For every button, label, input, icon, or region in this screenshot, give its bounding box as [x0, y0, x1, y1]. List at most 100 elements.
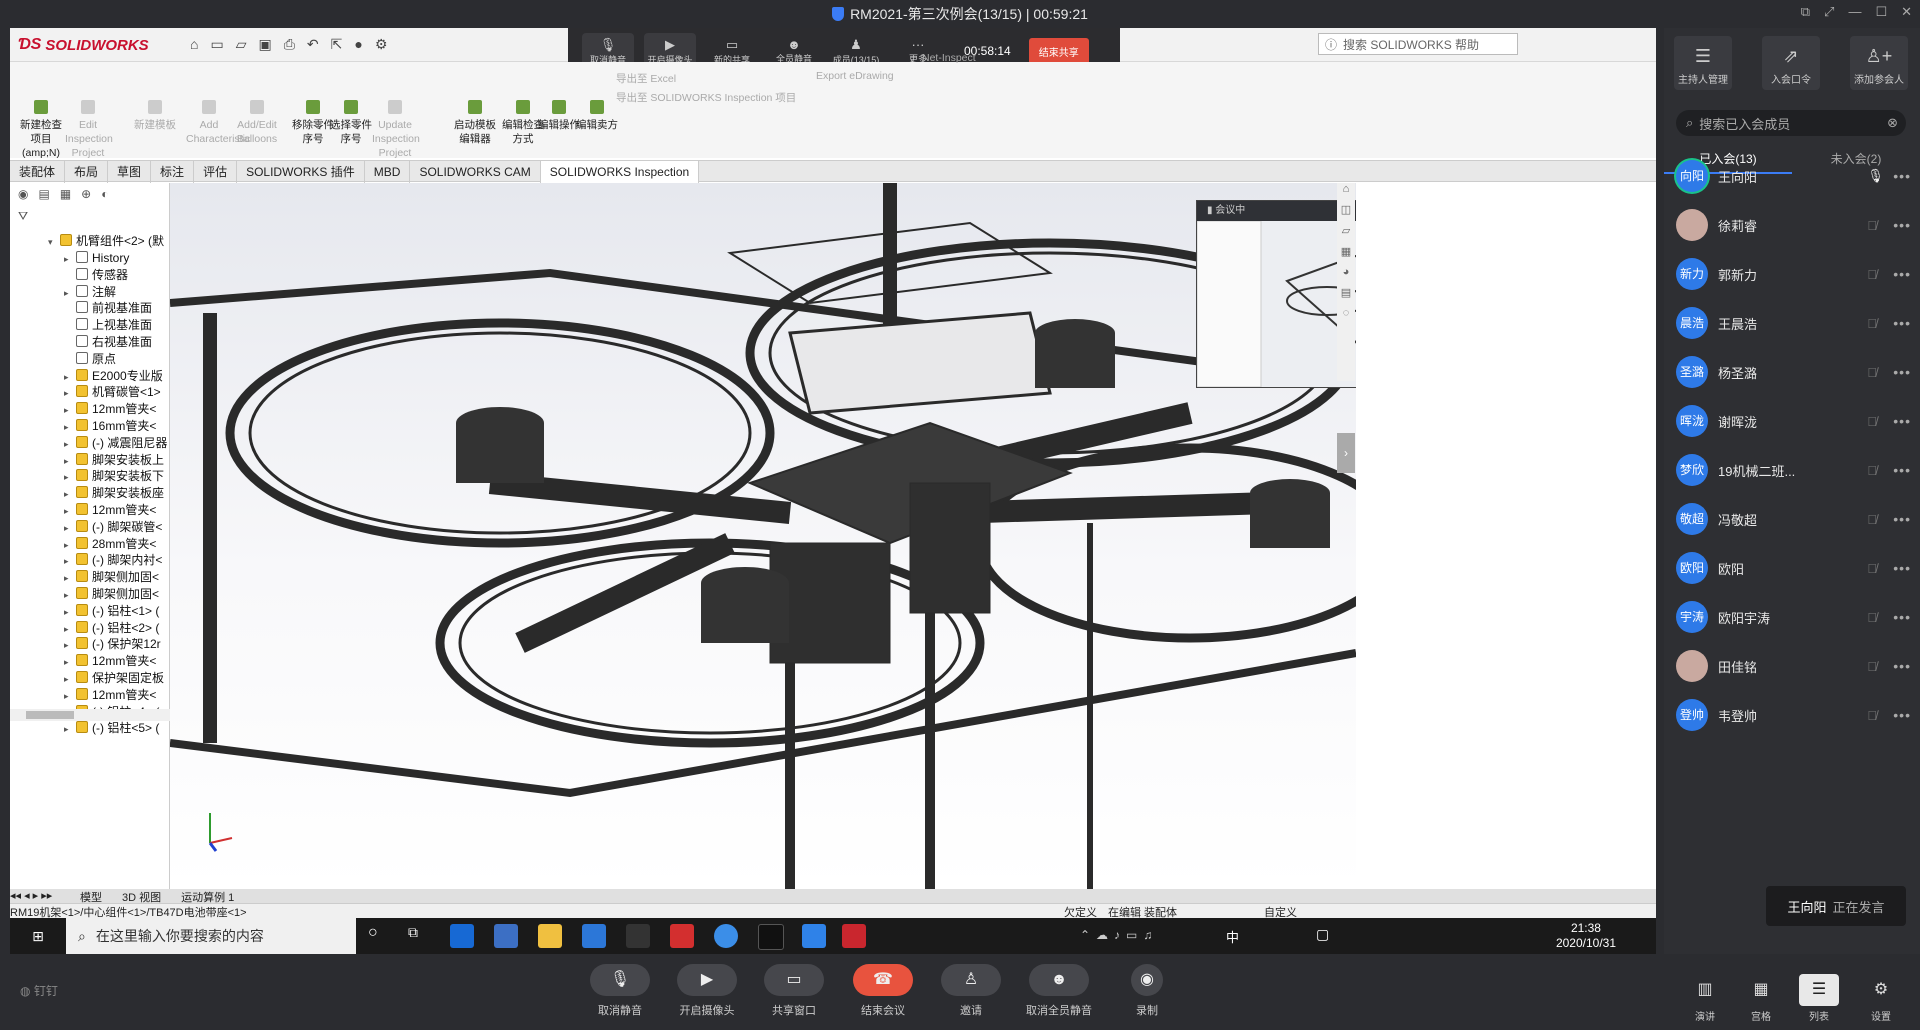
member-row[interactable]: 敬超 冯敬超 🎙̸ ••• [1676, 499, 1911, 539]
more-options-icon[interactable]: ••• [1893, 168, 1911, 184]
system-tray-icons[interactable]: ⌃☁♪▭♫ [1080, 928, 1158, 942]
taskbar-search[interactable]: ⌕ 在这里输入你要搜索的内容 [66, 918, 356, 954]
view-speaker-button[interactable]: ▥ 演讲 [1680, 974, 1730, 1023]
more-options-icon[interactable]: ••• [1893, 511, 1911, 527]
feature-manager-icon[interactable]: ◉ [18, 187, 28, 203]
command-tab[interactable]: 装配体 [10, 161, 66, 183]
ribbon-button[interactable]: Update Inspection Project [372, 100, 420, 160]
tab-nav-arrows[interactable]: ◂◂ ◂ ▸ ▸▸ [10, 889, 70, 903]
command-tab[interactable]: MBD [365, 161, 411, 183]
ribbon-button[interactable]: 编辑卖方 [574, 100, 620, 132]
more-options-icon[interactable]: ••• [1893, 658, 1911, 674]
end-share-button[interactable]: 结束共享 [1028, 37, 1089, 65]
expand-arrow-icon[interactable]: ▸ [64, 369, 76, 385]
host-manage-button[interactable]: ☰ 主持人管理 [1674, 36, 1732, 90]
ribbon-button[interactable]: 启动模板编辑器 [452, 100, 498, 146]
tab-motion-study[interactable]: 运动算例 1 [171, 889, 244, 904]
unmute-button[interactable]: 🎙 取消静音 [585, 964, 655, 1018]
export-edrawing-item[interactable]: Export eDrawing [816, 70, 894, 82]
ribbon-button[interactable]: Edit Inspection Project [65, 100, 113, 160]
ribbon-button[interactable]: Add/Edit Balloons [234, 100, 280, 146]
expand-arrow-icon[interactable]: ▸ [64, 436, 76, 452]
new-file-icon[interactable]: ▭ [210, 36, 223, 53]
add-participant-button[interactable]: ♙+ 添加参会人 [1850, 36, 1908, 90]
command-tab[interactable]: 草图 [108, 161, 152, 183]
expand-arrow-icon[interactable]: ▸ [64, 469, 76, 485]
member-row[interactable]: 宇涛 欧阳宇涛 🎙̸ ••• [1676, 597, 1911, 637]
unmute-all-button[interactable]: ☻ 取消全员静音 [1024, 964, 1094, 1018]
taskbar-clock[interactable]: 21:38 2020/10/31 [1556, 921, 1616, 951]
ribbon-button[interactable]: 选择零件序号 [328, 100, 374, 146]
expand-arrow-icon[interactable]: ▸ [64, 553, 76, 569]
open-folder-icon[interactable]: ▱ [236, 36, 247, 53]
file-explorer-icon[interactable]: ▱ [1342, 224, 1350, 237]
tree-scrollbar[interactable] [10, 709, 170, 721]
undo-icon[interactable]: ↶ [307, 36, 319, 53]
member-row[interactable]: 梦欣 19机械二班... 🎙̸ ••• [1676, 450, 1911, 490]
net-inspect-item[interactable]: Net-Inspect [922, 52, 976, 64]
notification-icon[interactable]: ▢ [1316, 926, 1329, 943]
expand-arrow-icon[interactable]: ▸ [64, 520, 76, 536]
dimxpert-icon[interactable]: ⊕ [81, 187, 91, 203]
expand-arrow-icon[interactable]: ▸ [64, 637, 76, 653]
export-excel-item[interactable]: 导出至 Excel [616, 70, 796, 89]
minimize-icon[interactable]: — [1848, 4, 1861, 20]
expand-arrow-icon[interactable]: ▸ [64, 486, 76, 502]
expand-arrow-icon[interactable]: ▸ [64, 503, 76, 519]
forum-icon[interactable]: ◌ [1343, 307, 1350, 319]
tab-3d-view[interactable]: 3D 视图 [112, 889, 171, 904]
app-lightning-icon[interactable] [626, 924, 650, 948]
expand-arrow-icon[interactable]: ▸ [64, 453, 76, 469]
config-manager-icon[interactable]: ▦ [60, 187, 71, 203]
display-manager-icon[interactable]: ◐ [101, 187, 108, 203]
expand-arrow-icon[interactable]: ▸ [64, 402, 76, 418]
command-tab[interactable]: SOLIDWORKS CAM [410, 161, 541, 183]
property-manager-icon[interactable]: ▤ [38, 187, 49, 203]
expand-arrow-icon[interactable]: ▸ [64, 604, 76, 620]
more-options-icon[interactable]: ••• [1893, 462, 1911, 478]
popout-icon[interactable]: ⧉ [1801, 4, 1810, 20]
member-row[interactable]: 田佳铭 🎙̸ ••• [1676, 646, 1911, 686]
options-icon[interactable]: ⚙ [375, 36, 388, 53]
member-row[interactable]: 向阳 王向阳 🎙 ••• [1676, 156, 1911, 196]
more-options-icon[interactable]: ••• [1893, 266, 1911, 282]
more-options-icon[interactable]: ••• [1893, 364, 1911, 380]
expand-arrow-icon[interactable]: ▸ [64, 671, 76, 687]
pin-button[interactable]: ◍ 钉钉 [20, 982, 58, 999]
scroll-thumb[interactable] [26, 711, 74, 719]
member-row[interactable]: 徐莉睿 🎙̸ ••• [1676, 205, 1911, 245]
select-icon[interactable]: ⇱ [331, 36, 343, 53]
meeting-preview-window[interactable]: ▮ 会议中⌃ [1196, 200, 1356, 388]
store-icon[interactable] [494, 924, 518, 948]
record-button[interactable]: ◉ 录制 [1112, 964, 1182, 1018]
member-row[interactable]: 登帅 韦登帅 🎙̸ ••• [1676, 695, 1911, 735]
end-meeting-button[interactable]: ☎ 结束会议 [848, 964, 918, 1018]
member-row[interactable]: 晖泷 谢晖泷 🎙̸ ••• [1676, 401, 1911, 441]
ribbon-button[interactable]: 新建检查项目(amp;N) [18, 100, 64, 160]
expand-arrow-icon[interactable]: ▸ [64, 251, 76, 267]
camera-button[interactable]: ▶ 开启摄像头 [672, 964, 742, 1018]
dingtalk-icon[interactable] [802, 924, 826, 948]
expand-arrow-icon[interactable]: ▸ [64, 688, 76, 704]
save-icon[interactable]: ▣ [258, 36, 271, 53]
more-options-icon[interactable]: ••• [1893, 413, 1911, 429]
join-code-button[interactable]: ⇗ 入会口令 [1762, 36, 1820, 90]
expand-arrow-icon[interactable]: ▸ [64, 570, 76, 586]
maximize-icon[interactable]: ☐ [1875, 4, 1887, 20]
export-inspection-item[interactable]: 导出至 SOLIDWORKS Inspection 项目 [616, 89, 796, 108]
member-row[interactable]: 晨浩 王晨浩 🎙̸ ••• [1676, 303, 1911, 343]
more-options-icon[interactable]: ••• [1893, 315, 1911, 331]
appearances-icon[interactable]: ◕ [1343, 266, 1350, 278]
edge-icon[interactable] [450, 924, 474, 948]
more-options-icon[interactable]: ••• [1893, 560, 1911, 576]
expand-arrow-icon[interactable]: ▸ [64, 537, 76, 553]
command-tab[interactable]: 布局 [65, 161, 109, 183]
view-palette-icon[interactable]: ▦ [1341, 245, 1351, 258]
rebuild-icon[interactable]: ● [354, 36, 362, 53]
help-search-box[interactable]: ⓘ 搜索 SOLIDWORKS 帮助 [1318, 33, 1518, 55]
custom-properties-icon[interactable]: ▤ [1341, 286, 1351, 299]
more-options-icon[interactable]: ••• [1893, 609, 1911, 625]
design-library-icon[interactable]: ◫ [1341, 203, 1351, 216]
start-button[interactable]: ⊞ [10, 918, 66, 954]
command-tab[interactable]: SOLIDWORKS Inspection [540, 161, 700, 183]
